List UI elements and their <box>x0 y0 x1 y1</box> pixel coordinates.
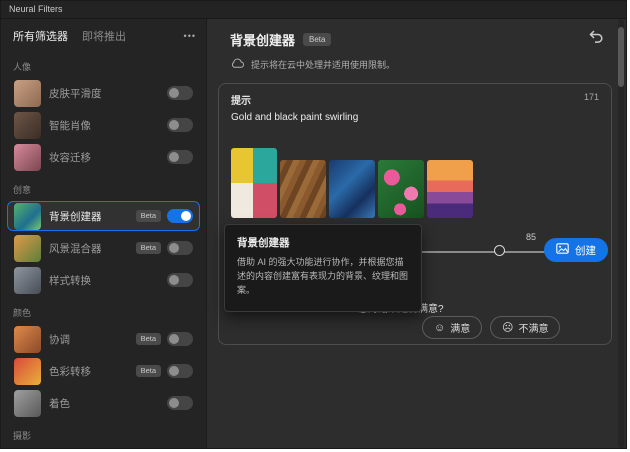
section-title-photography: 摄影 <box>13 431 32 441</box>
neural-filters-window: Neural Filters 所有筛选器 即将推出 ••• 人像 皮肤平滑度 智… <box>0 0 627 449</box>
cloud-notice-text: 提示将在云中处理并适用使用限制。 <box>251 60 396 70</box>
create-button-label: 创建 <box>575 244 596 257</box>
prompt-char-count: 171 <box>583 92 599 102</box>
filter-label: 智能肖像 <box>49 119 91 132</box>
section-title-color: 颜色 <box>13 308 32 318</box>
filter-item-color-transfer[interactable]: 色彩转移 Beta <box>7 356 200 386</box>
filter-item-smart-portrait[interactable]: 智能肖像 <box>7 110 200 140</box>
generated-thumbnails <box>231 148 473 218</box>
background-creator-tooltip: 背景创建器 借助 AI 的强大功能进行协作，并根据您描述的内容创建富有表现力的背… <box>224 224 422 312</box>
filter-item-super-zoom[interactable]: 超级缩放 <box>7 447 200 448</box>
tab-all-filters[interactable]: 所有筛选器 <box>13 28 68 44</box>
cloud-icon <box>230 58 245 71</box>
style-transfer-thumb-icon <box>14 266 41 294</box>
beta-badge: Beta <box>135 241 161 255</box>
harmonization-toggle[interactable] <box>167 332 193 346</box>
thumbnail-sunset-clouds[interactable] <box>427 160 473 218</box>
filter-item-landscape-mixer[interactable]: 风景混合器 Beta <box>7 233 200 263</box>
satisfied-label: 满意 <box>450 324 471 335</box>
filter-item-colorize[interactable]: 着色 <box>7 388 200 418</box>
background-creator-thumb-icon <box>14 202 41 230</box>
prompt-input[interactable]: Gold and black paint swirling <box>231 112 599 123</box>
skin-smoothing-toggle[interactable] <box>167 86 193 100</box>
filter-label: 着色 <box>49 397 70 410</box>
color-transfer-toggle[interactable] <box>167 364 193 378</box>
tooltip-title: 背景创建器 <box>237 237 290 249</box>
not-satisfied-button[interactable]: ☹ 不满意 <box>490 316 561 339</box>
smart-portrait-toggle[interactable] <box>167 118 193 132</box>
satisfied-button[interactable]: ☺ 满意 <box>422 316 483 339</box>
colorize-toggle[interactable] <box>167 396 193 410</box>
filter-label: 皮肤平滑度 <box>49 87 102 100</box>
image-icon <box>556 243 569 257</box>
background-creator-toggle[interactable] <box>167 209 193 223</box>
sidebar-tabs: 所有筛选器 即将推出 ••• <box>1 19 206 51</box>
filter-item-makeup-transfer[interactable]: 妆容迁移 <box>7 142 200 172</box>
tab-coming-soon[interactable]: 即将推出 <box>82 28 126 44</box>
not-satisfied-label: 不满意 <box>518 324 549 335</box>
filter-item-style-transfer[interactable]: 样式转换 <box>7 265 200 295</box>
slider-value: 85 <box>526 232 537 242</box>
filter-label: 协调 <box>49 333 70 346</box>
main-scrollbar <box>618 19 624 448</box>
smiley-icon: ☺ <box>434 321 446 334</box>
prompt-label: 提示 <box>231 96 251 107</box>
undo-icon[interactable] <box>588 29 604 48</box>
sidebar-menu-icon[interactable]: ••• <box>184 31 196 41</box>
thumbnail-color-blocks[interactable] <box>231 148 277 218</box>
filter-label: 色彩转移 <box>49 365 91 378</box>
thumbnail-blue-foliage[interactable] <box>329 160 375 218</box>
scrollbar-thumb[interactable] <box>618 27 624 87</box>
section-title-portrait: 人像 <box>13 62 32 72</box>
thumbnail-tropical-flowers[interactable] <box>378 160 424 218</box>
beta-badge: Beta <box>135 209 161 223</box>
filter-label: 风景混合器 <box>49 242 102 255</box>
window-titlebar: Neural Filters <box>1 1 626 19</box>
makeup-transfer-thumb-icon <box>14 143 41 171</box>
create-button[interactable]: 创建 <box>544 238 608 262</box>
filter-label: 背景创建器 <box>49 210 102 223</box>
variation-slider-handle[interactable] <box>494 245 505 256</box>
frown-icon: ☹ <box>502 322 514 334</box>
section-title-creative: 创意 <box>13 185 32 195</box>
filters-sidebar: 所有筛选器 即将推出 ••• 人像 皮肤平滑度 智能肖像 妆容迁移 创意 背景创… <box>1 19 207 448</box>
variation-slider-track[interactable] <box>420 251 550 253</box>
filter-label: 妆容迁移 <box>49 151 91 164</box>
tooltip-description: 借助 AI 的强大功能进行协作，并根据您描述的内容创建富有表现力的背景、纹理和图… <box>237 257 409 295</box>
beta-badge: Beta <box>135 332 161 346</box>
landscape-mixer-toggle[interactable] <box>167 241 193 255</box>
color-transfer-thumb-icon <box>14 357 41 385</box>
makeup-transfer-toggle[interactable] <box>167 150 193 164</box>
window-title: Neural Filters <box>9 4 63 14</box>
colorize-thumb-icon <box>14 389 41 417</box>
smart-portrait-thumb-icon <box>14 111 41 139</box>
filter-item-skin-smoothing[interactable]: 皮肤平滑度 <box>7 78 200 108</box>
beta-badge: Beta <box>303 33 332 46</box>
beta-badge: Beta <box>135 364 161 378</box>
panel-title: 背景创建器 <box>230 33 296 48</box>
skin-smoothing-thumb-icon <box>14 79 41 107</box>
style-transfer-toggle[interactable] <box>167 273 193 287</box>
background-creator-panel: 背景创建器 Beta 提示将在云中处理并适用使用限制。 提示 171 Gold … <box>208 19 626 448</box>
filter-label: 样式转换 <box>49 274 91 287</box>
filter-item-harmonization[interactable]: 协调 Beta <box>7 324 200 354</box>
landscape-mixer-thumb-icon <box>14 234 41 262</box>
harmonization-thumb-icon <box>14 325 41 353</box>
thumbnail-wood-grain[interactable] <box>280 160 326 218</box>
filter-item-background-creator[interactable]: 背景创建器 Beta <box>7 201 200 231</box>
